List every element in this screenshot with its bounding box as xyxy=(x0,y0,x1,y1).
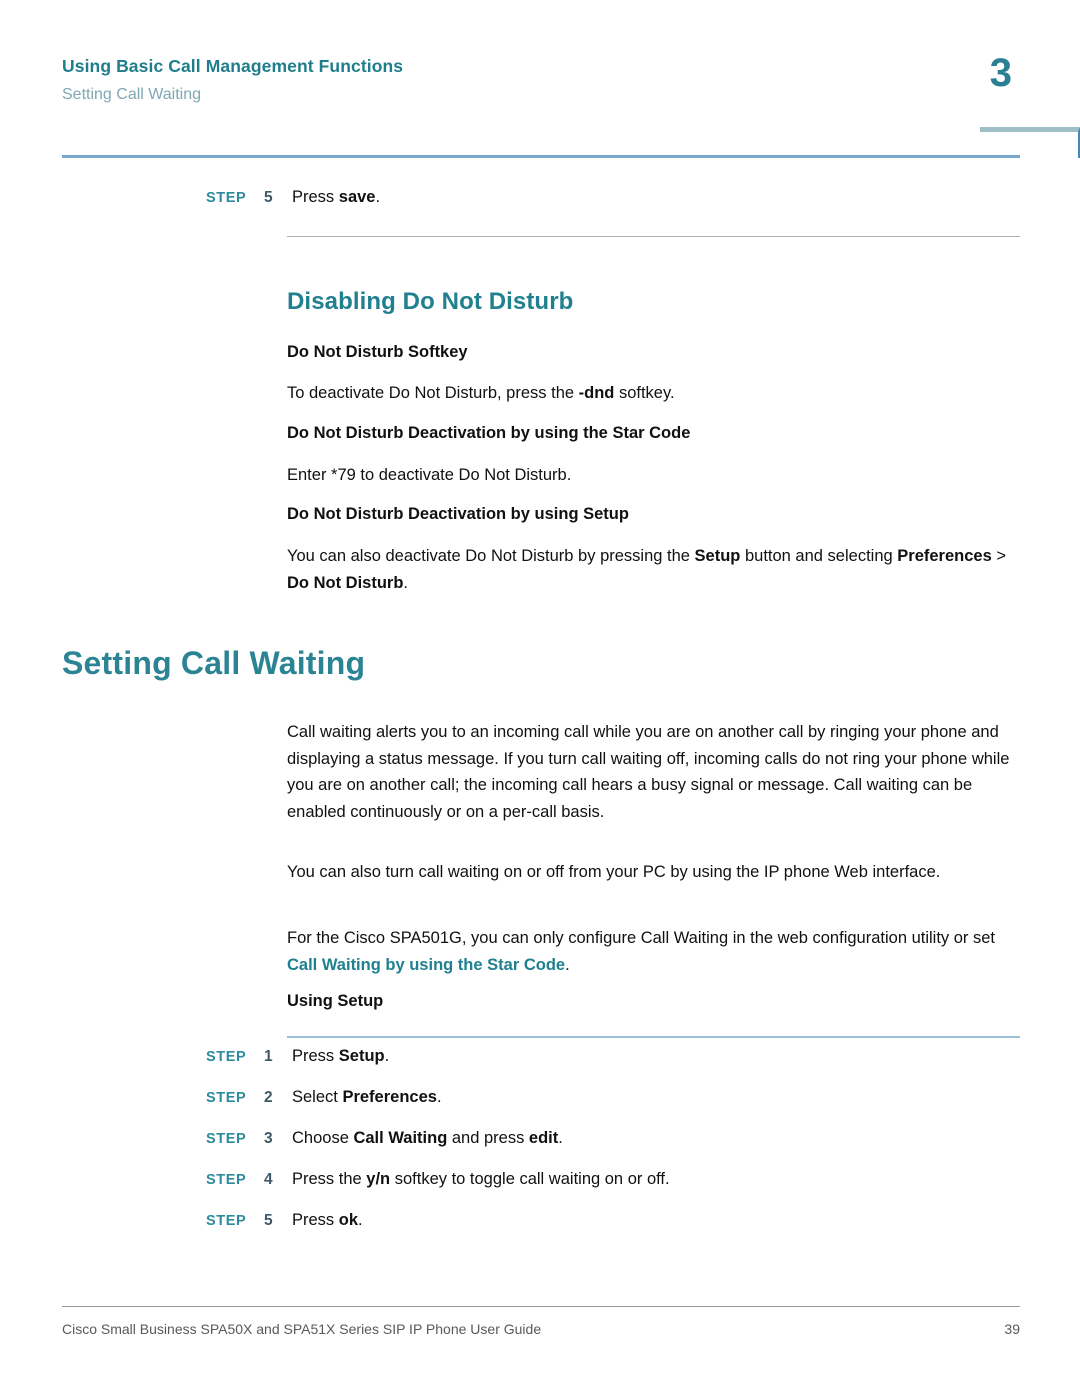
step-text-mid: and press xyxy=(447,1129,529,1147)
heading-using-setup: Using Setup xyxy=(287,992,384,1010)
footer-divider-rule xyxy=(62,1306,1020,1307)
step-text-after: . xyxy=(436,1088,442,1106)
header-chapter-title: Using Basic Call Management Functions xyxy=(62,56,404,76)
paragraph-bold-preferences: Preferences xyxy=(897,547,992,565)
paragraph-dnd-softkey: To deactivate Do Not Disturb, press the … xyxy=(287,380,1022,407)
step-text-bold: Setup xyxy=(338,1047,385,1065)
footer-document-title: Cisco Small Business SPA50X and SPA51X S… xyxy=(62,1321,542,1337)
step-text-bold: ok xyxy=(338,1211,359,1229)
step-number: 5 xyxy=(264,189,273,206)
heading-dnd-star-code: Do Not Disturb Deactivation by using the… xyxy=(287,424,691,442)
heading-disabling-do-not-disturb: Disabling Do Not Disturb xyxy=(287,288,574,315)
step-row: STEP 5 Press save. xyxy=(206,187,1026,208)
paragraph-bold-setup: Setup xyxy=(694,547,741,565)
step-number: 1 xyxy=(264,1048,273,1065)
step-text: Press save. xyxy=(292,187,380,208)
step-text-before: Press the xyxy=(292,1170,367,1188)
step-row: STEP 5 Press ok. xyxy=(206,1210,1026,1231)
step-row: STEP 4 Press the y/n softkey to toggle cal… xyxy=(206,1169,1026,1190)
paragraph-text-3: > xyxy=(991,547,1006,565)
step-row: STEP 2 Select Preferences. xyxy=(206,1087,1026,1108)
step-text-bold: Call Waiting xyxy=(353,1129,448,1147)
step-text-bold-2: edit xyxy=(528,1129,559,1147)
paragraph-text-after: softkey. xyxy=(614,384,675,402)
step-text-bold: y/n xyxy=(366,1170,391,1188)
section-divider-rule xyxy=(287,236,1020,237)
step-text-bold: save xyxy=(338,188,376,206)
page-header: Using Basic Call Management Functions Se… xyxy=(62,56,922,105)
step-number: 4 xyxy=(264,1171,273,1188)
paragraph-text-1: You can also deactivate Do Not Disturb b… xyxy=(287,547,695,565)
step-text-bold: Preferences xyxy=(342,1088,437,1106)
step-text: Select Preferences. xyxy=(292,1087,442,1108)
header-section-subtitle: Setting Call Waiting xyxy=(62,86,202,103)
step-text-after: . xyxy=(358,1211,363,1229)
step-label: STEP xyxy=(206,1090,247,1106)
chapter-thumb-tab xyxy=(980,127,1080,158)
cross-reference-link[interactable]: Call Waiting by using the Star Code xyxy=(287,956,565,974)
paragraph-dnd-using-setup: You can also deactivate Do Not Disturb b… xyxy=(287,543,1022,596)
step-text-after: . xyxy=(375,188,381,206)
step-text: Choose Call Waiting and press edit. xyxy=(292,1128,563,1149)
step-text-before: Select xyxy=(292,1088,343,1106)
paragraph-text-bold: -dnd xyxy=(578,384,615,402)
step-text-before: Press xyxy=(292,188,339,206)
chapter-number: 3 xyxy=(989,51,1012,95)
header-divider-rule xyxy=(62,155,1020,158)
paragraph-text-before: For the Cisco SPA501G, you can only conf… xyxy=(287,929,996,947)
step-row: STEP 1 Press Setup. xyxy=(206,1046,1026,1067)
heading-dnd-using-setup: Do Not Disturb Deactivation by using Set… xyxy=(287,505,629,523)
paragraph-bold-do-not-disturb: Do Not Disturb xyxy=(287,573,404,592)
step-text: Press Setup. xyxy=(292,1046,389,1067)
paragraph-call-waiting-web: You can also turn call waiting on or off… xyxy=(287,863,941,881)
step-text-after: . xyxy=(384,1047,390,1065)
step-label: STEP xyxy=(206,1213,247,1229)
step-number: 3 xyxy=(264,1130,273,1147)
paragraph-dnd-star-code: Enter *79 to deactivate Do Not Disturb. xyxy=(287,466,572,484)
procedure-divider-rule xyxy=(287,1036,1020,1038)
step-label: STEP xyxy=(206,1049,247,1065)
step-text-after: softkey to toggle call waiting on or off… xyxy=(390,1170,670,1188)
step-label: STEP xyxy=(206,1172,247,1188)
step-number: 2 xyxy=(264,1089,273,1106)
step-text-after: . xyxy=(558,1129,563,1147)
step-text-before: Press xyxy=(292,1047,339,1065)
step-text: Press the y/n softkey to toggle call wai… xyxy=(292,1169,670,1190)
paragraph-call-waiting-spa501g: For the Cisco SPA501G, you can only conf… xyxy=(287,925,1022,978)
paragraph-text-after: . xyxy=(565,955,570,974)
paragraph-text-4: . xyxy=(403,573,408,592)
heading-setting-call-waiting: Setting Call Waiting xyxy=(62,645,366,681)
step-label: STEP xyxy=(206,190,247,206)
step-label: STEP xyxy=(206,1131,247,1147)
paragraph-text-2: button and selecting xyxy=(740,547,898,565)
step-text-before: Choose xyxy=(292,1129,354,1147)
step-text: Press ok. xyxy=(292,1210,363,1231)
document-page: Using Basic Call Management Functions Se… xyxy=(0,0,1080,1397)
footer-page-number: 39 xyxy=(1004,1321,1020,1337)
paragraph-call-waiting-overview: Call waiting alerts you to an incoming c… xyxy=(287,723,1010,822)
step-text-before: Press xyxy=(292,1211,339,1229)
heading-do-not-disturb-softkey: Do Not Disturb Softkey xyxy=(287,343,468,361)
paragraph-text-before: To deactivate Do Not Disturb, press the xyxy=(287,384,579,402)
step-row: STEP 3 Choose Call Waiting and press edit. xyxy=(206,1128,1026,1149)
step-number: 5 xyxy=(264,1212,273,1229)
